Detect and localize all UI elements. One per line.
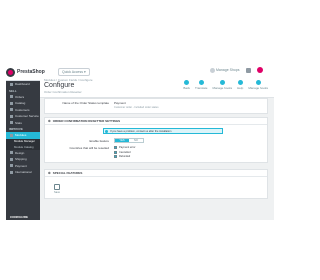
page-title: Configure — [44, 82, 75, 89]
hook-icon — [219, 80, 225, 85]
catalog-icon — [10, 101, 13, 105]
checkbox-refunded[interactable]: Refunded — [114, 155, 130, 158]
avatar — [256, 67, 263, 73]
status-template-help: Customer order - Included order status — [114, 106, 159, 109]
quick-access-dropdown[interactable]: Quick Access ▾ — [58, 67, 90, 76]
help-icon — [237, 80, 243, 85]
sidebar-item-label: Payment — [15, 163, 27, 168]
card-icon — [10, 164, 13, 168]
enable-switch[interactable]: YES NO — [114, 138, 144, 143]
back-label: Back — [183, 86, 191, 90]
hook-icon — [255, 80, 261, 85]
alert-text: If you have a problem, contact us after … — [110, 129, 172, 133]
sidebar-item-label: Customer Service — [15, 114, 39, 119]
sidebar-item-label: Catalog — [15, 101, 26, 106]
manage-hooks-label: Manage hooks — [248, 86, 268, 90]
page-subtitle: Order Confirmation Resetter — [44, 90, 82, 94]
sidebar-item-label: Design — [15, 150, 25, 155]
globe-icon — [10, 170, 13, 174]
translate-label: Translate — [195, 86, 208, 90]
switch-yes[interactable]: YES — [115, 139, 129, 142]
panel-special-features: ⚙ SPECIAL FEATURES Save — [44, 169, 268, 199]
checkbox-group-label: Countries that will be resetted — [69, 146, 109, 150]
checkbox-icon — [114, 146, 117, 149]
info-alert: If you have a problem, contact us after … — [103, 128, 223, 134]
sidebar-item-label: Customers — [15, 107, 30, 112]
save-button[interactable]: Save — [54, 184, 60, 194]
dashboard-icon — [10, 82, 13, 86]
profile-link[interactable] — [256, 67, 263, 73]
translate-button[interactable]: Translate — [195, 80, 207, 90]
toolbar: Back Translate Manage hooks Help Manage … — [183, 80, 268, 90]
sidebar-item-label: International — [15, 170, 32, 175]
panel-heading: ⚙ SPECIAL FEATURES — [45, 170, 267, 177]
checkbox-cancelled[interactable]: Cancelled — [114, 150, 131, 154]
gear-icon: ⚙ — [48, 119, 51, 123]
puzzle-icon — [10, 133, 13, 137]
top-links: Manage Shops — [210, 67, 263, 73]
quick-access-label: Quick Access — [62, 69, 84, 74]
sidebar-item-label: Stats — [15, 120, 22, 125]
design-icon — [10, 151, 13, 155]
manage-shops-link[interactable]: Manage Shops — [210, 67, 240, 73]
save-icon — [54, 184, 60, 190]
sidebar-item-label: Orders — [15, 94, 25, 99]
help-button[interactable]: Help — [237, 80, 243, 90]
enable-label: Enable feature — [89, 139, 109, 143]
manage-hooks-button[interactable]: Manage hooks — [212, 80, 232, 90]
customers-icon — [10, 108, 13, 112]
page-header: Modules / Custom Fields / Configure Conf… — [40, 76, 274, 98]
manage-hooks-button-2[interactable]: Manage hooks — [248, 80, 268, 90]
shop-icon — [210, 67, 215, 73]
panel-settings: ⚙ ORDER CONFIRMATION RESETTER SETTINGS I… — [44, 117, 268, 163]
save-label: Save — [54, 191, 60, 194]
checkbox-label: Refunded — [119, 155, 131, 158]
back-button[interactable]: Back — [183, 80, 190, 90]
manage-hooks-label: Manage hooks — [212, 86, 233, 90]
status-template-value[interactable]: Payment — [114, 101, 126, 105]
panel-status-template: Name of the Order Status template Paymen… — [44, 98, 268, 114]
chevron-down-icon: ▾ — [84, 69, 86, 74]
panel-heading: ⚙ ORDER CONFIRMATION RESETTER SETTINGS — [45, 118, 267, 125]
switch-no[interactable]: NO — [129, 139, 143, 142]
chat-icon — [10, 114, 13, 118]
orders-icon — [10, 95, 13, 99]
checkbox-icon — [114, 155, 117, 158]
sidebar-bottom: CONFIGURE — [6, 200, 40, 220]
manage-shops-label: Manage Shops — [216, 68, 240, 72]
info-icon — [105, 130, 108, 133]
panel-title: SPECIAL FEATURES — [52, 171, 83, 175]
status-template-label: Name of the Order Status template — [62, 101, 109, 105]
sidebar-item-label: Dashboard — [15, 82, 30, 87]
panel-title: ORDER CONFIRMATION RESETTER SETTINGS — [52, 119, 121, 123]
logo-text: PrestaShop — [17, 69, 45, 75]
help-label: Help — [237, 86, 244, 90]
stats-icon — [10, 121, 13, 125]
truck-icon — [10, 157, 13, 161]
sidebar-item-label: Modules — [15, 133, 27, 138]
help-link[interactable] — [245, 67, 251, 73]
logo-icon — [6, 67, 15, 77]
main-content: Name of the Order Status template Paymen… — [40, 98, 274, 220]
gear-icon: ⚙ — [48, 171, 51, 175]
sidebar-item-international[interactable]: International — [6, 169, 40, 176]
sidebar-section-configure: CONFIGURE — [10, 215, 28, 219]
quick-access[interactable]: Quick Access ▾ — [58, 67, 90, 76]
checkbox-label: Cancelled — [119, 150, 131, 154]
sidebar-item-label: Shipping — [15, 157, 27, 162]
checkbox-label: Payment error — [119, 146, 136, 149]
notification-icon — [245, 67, 251, 73]
checkbox-icon — [114, 150, 117, 154]
checkbox-payment-error[interactable]: Payment error — [114, 146, 135, 149]
translate-icon — [198, 80, 204, 85]
back-icon — [184, 80, 190, 85]
